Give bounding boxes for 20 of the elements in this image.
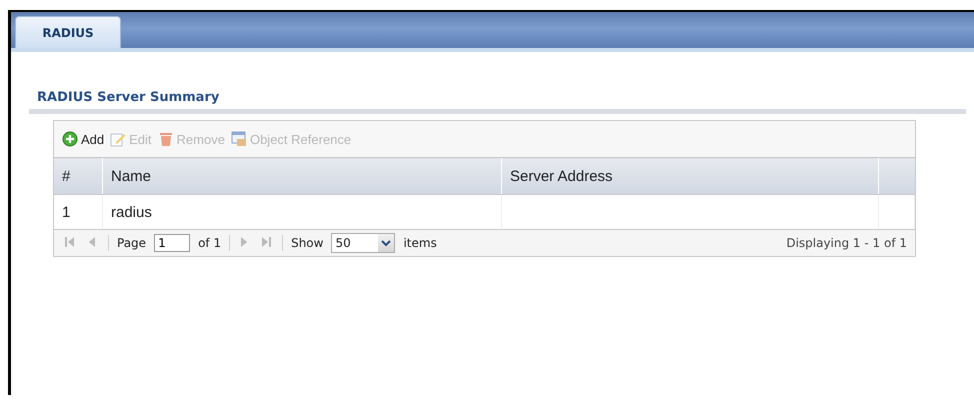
tab[interactable]: RADIUS	[15, 16, 121, 48]
displaying-count: Displaying 1 - 1 of 1	[786, 236, 907, 250]
show-label: Show	[291, 236, 324, 250]
window-folder-icon	[230, 131, 247, 147]
caret-icon	[378, 234, 394, 252]
plus-circle-icon	[62, 131, 78, 147]
add-button[interactable]: Add	[62, 131, 104, 147]
section-title: RADIUS Server Summary	[37, 90, 220, 105]
column-header[interactable]: Name	[102, 158, 502, 194]
column-header[interactable]: Server Address	[502, 158, 878, 194]
trash-can-icon	[158, 131, 174, 147]
page-count: of 1	[198, 236, 222, 250]
page-label: Page	[117, 236, 146, 250]
page-size-dropdown[interactable]: 50	[331, 233, 396, 253]
page-number-field[interactable]: 1	[154, 234, 190, 252]
table-cell: 1	[62, 204, 70, 220]
table-cell: radius	[111, 204, 152, 220]
items-label: items	[403, 236, 437, 250]
pencil-note-icon	[110, 131, 126, 147]
column-header[interactable]: #	[54, 158, 102, 194]
